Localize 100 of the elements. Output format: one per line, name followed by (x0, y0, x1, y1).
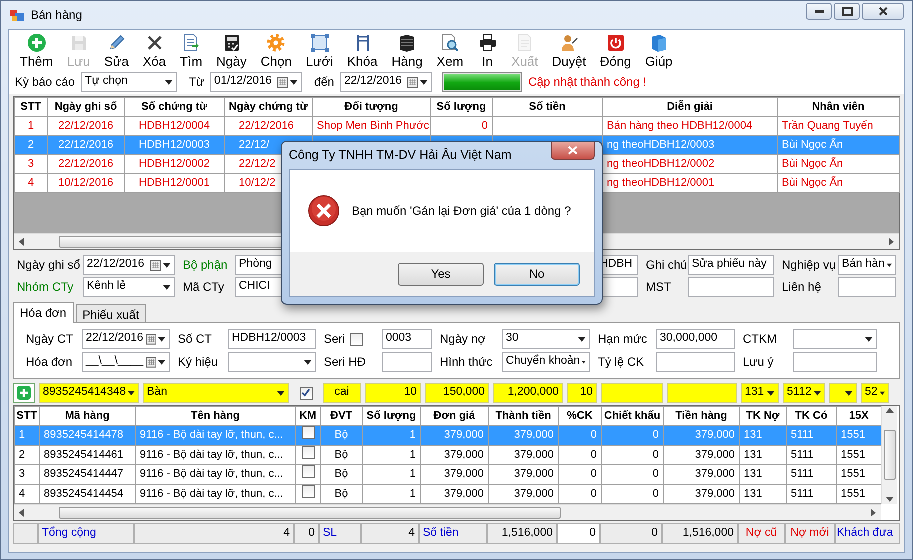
dialog-button[interactable]: Yes (398, 262, 484, 286)
dropdown[interactable]: Bàn (143, 383, 289, 403)
maximize-button[interactable] (834, 3, 860, 20)
dialog-button[interactable]: No (494, 262, 580, 286)
column-header[interactable]: KM (296, 406, 320, 426)
find-button[interactable]: Tìm (173, 33, 210, 69)
text-field[interactable]: 1,200,000 (493, 383, 563, 403)
right-arrow-icon[interactable] (889, 238, 894, 246)
text-field[interactable]: 0003 (382, 329, 432, 349)
left-arrow-icon[interactable] (19, 508, 24, 516)
column-header[interactable]: Đối tượng (312, 98, 430, 116)
close-button[interactable] (551, 142, 595, 160)
column-header[interactable]: Số chứng từ (124, 98, 224, 116)
column-header[interactable]: Ngày ghi sổ (48, 98, 124, 116)
horizontal-scrollbar[interactable] (14, 504, 881, 520)
table-cell[interactable]: 9116 - Bộ dài tay lỡ, thun, c... (136, 445, 296, 464)
table-cell[interactable]: 379,000 (664, 464, 740, 484)
goods-button[interactable]: Hàng (384, 33, 430, 69)
add-button[interactable]: Thêm (13, 33, 60, 69)
table-cell[interactable]: 5111 (786, 445, 836, 464)
column-header[interactable]: TK Nợ (740, 406, 786, 426)
checkbox[interactable] (302, 484, 314, 498)
table-cell[interactable]: 3 (14, 154, 48, 174)
table-cell[interactable]: Bùi Ngọc Ấn (778, 174, 900, 192)
table-cell[interactable]: 2 (14, 445, 40, 464)
text-field[interactable] (382, 352, 432, 372)
column-header[interactable]: Nhân viên (778, 98, 900, 116)
dropdown[interactable]: 131 (741, 383, 779, 403)
down-arrow-icon[interactable] (886, 497, 894, 502)
checkbox[interactable] (300, 386, 312, 400)
column-header[interactable]: Ngày chứng từ (224, 98, 312, 116)
column-header[interactable]: Số tiền (492, 98, 602, 116)
vertical-scrollbar[interactable] (881, 406, 897, 504)
dropdown[interactable]: Tự chọn (81, 72, 178, 92)
tab[interactable]: Hóa đơn (13, 302, 74, 323)
text-field[interactable] (793, 352, 877, 372)
table-cell[interactable]: 379,000 (420, 445, 488, 464)
table-cell[interactable]: Bùi Ngọc Ấn (778, 154, 900, 174)
dropdown[interactable] (829, 383, 857, 403)
table-cell[interactable]: 5111 (786, 464, 836, 484)
close-button[interactable]: Đóng (593, 33, 638, 69)
dropdown[interactable]: 5112 (783, 383, 825, 403)
right-arrow-icon[interactable] (871, 508, 876, 516)
print-button[interactable]: In (470, 33, 505, 69)
close-button[interactable] (862, 3, 904, 20)
dropdown[interactable]: 52 (861, 383, 889, 403)
table-cell[interactable]: 131 (740, 445, 786, 464)
delete-button[interactable]: Xóa (136, 33, 174, 69)
table-cell[interactable]: Bộ (320, 464, 362, 484)
table-cell[interactable]: 9116 - Bộ dài tay lỡ, thun, c... (136, 464, 296, 484)
tab[interactable]: Phiếu xuất (76, 304, 146, 322)
checkbox[interactable] (302, 426, 314, 439)
column-header[interactable]: 15X (836, 406, 882, 426)
help-button[interactable]: Giúp (638, 33, 680, 69)
grid-button[interactable]: Lưới (298, 33, 340, 69)
table-cell[interactable]: 379,000 (664, 445, 740, 464)
column-header[interactable]: Đơn giá (420, 406, 488, 426)
dropdown[interactable]: Kênh lẻ (83, 277, 175, 297)
column-header[interactable]: TK Có (786, 406, 836, 426)
column-header[interactable]: STT (14, 406, 40, 426)
left-arrow-icon[interactable] (19, 238, 24, 246)
date-field[interactable]: __\__\____ (82, 352, 170, 372)
text-field[interactable]: 150,000 (425, 383, 489, 403)
checkbox[interactable] (302, 446, 314, 458)
lock-button[interactable]: Khóa (340, 33, 385, 69)
table-cell[interactable]: 0 (558, 445, 602, 464)
date-field[interactable]: 22/12/2016 (83, 255, 175, 275)
dropdown[interactable]: Chuyển khoản (502, 352, 590, 372)
checkbox[interactable] (302, 465, 314, 478)
text-field[interactable]: cai (323, 383, 361, 403)
table-cell[interactable]: 1 (362, 464, 420, 484)
minimize-button[interactable] (806, 3, 832, 20)
approve-button[interactable]: Duyệt (545, 33, 594, 69)
table-cell[interactable]: HDBH12/0002 (124, 154, 224, 174)
text-field[interactable]: 30,000,000 (656, 329, 735, 349)
text-field[interactable] (656, 352, 735, 372)
column-header[interactable]: STT (14, 98, 48, 116)
up-arrow-icon[interactable] (886, 408, 894, 413)
column-header[interactable]: Số lượng (362, 406, 420, 426)
column-header[interactable]: Mã hàng (40, 406, 136, 426)
dropdown[interactable]: 8935245414348 (39, 383, 139, 403)
text-field[interactable] (667, 383, 737, 403)
edit-button[interactable]: Sửa (97, 33, 136, 69)
column-header[interactable]: %CK (558, 406, 602, 426)
table-cell[interactable]: 3 (14, 464, 40, 484)
table-cell[interactable]: 8935245414447 (40, 464, 136, 484)
preview-button[interactable]: Xem (430, 33, 471, 69)
column-header[interactable]: Chiết khấu (602, 406, 664, 426)
add-row-button[interactable] (13, 383, 35, 403)
table-cell[interactable]: Bộ (320, 445, 362, 464)
text-field[interactable]: 0 (557, 523, 600, 544)
text-field[interactable] (838, 277, 896, 297)
text-field[interactable] (601, 383, 663, 403)
table-cell[interactable]: 379,000 (488, 464, 558, 484)
table-cell[interactable]: 379,000 (420, 464, 488, 484)
checkbox[interactable] (350, 332, 364, 346)
text-field[interactable]: 10 (567, 383, 597, 403)
column-header[interactable]: Diễn giải (602, 98, 778, 116)
table-cell[interactable]: 0 (602, 445, 664, 464)
column-header[interactable]: Tên hàng (136, 406, 296, 426)
